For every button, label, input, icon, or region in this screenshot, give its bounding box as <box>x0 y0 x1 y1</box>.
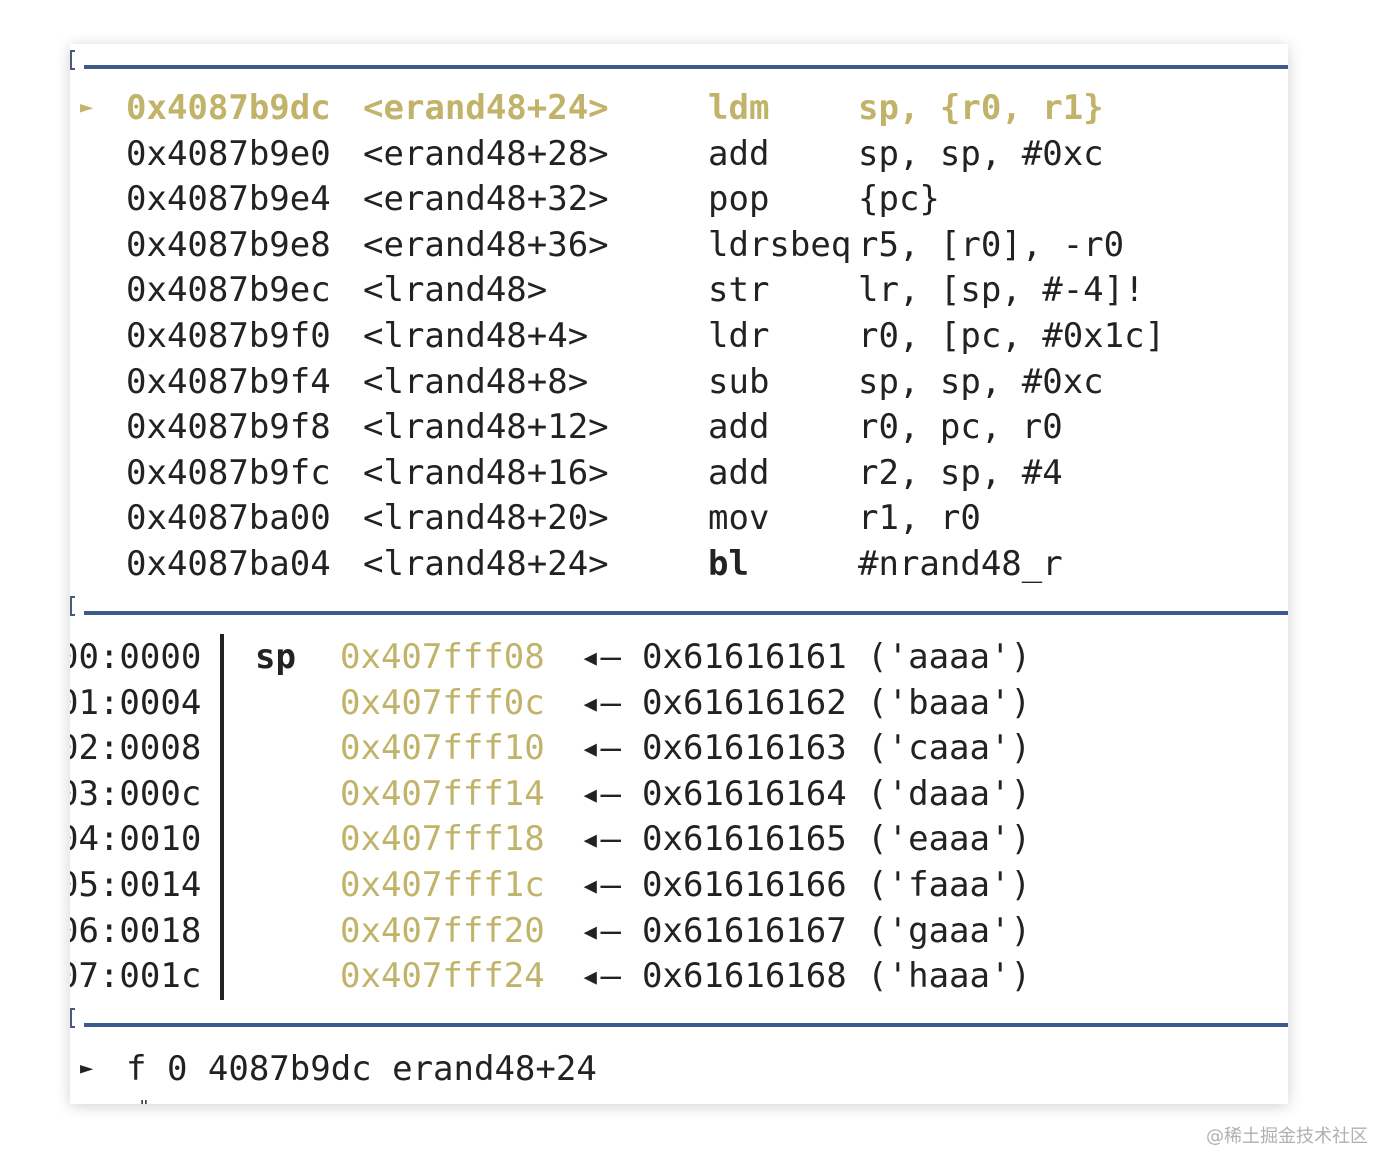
stack-offset: 02:0008 <box>70 728 202 769</box>
stack-value: 0x61616163 ('caaa') <box>642 728 1031 769</box>
instruction-mnemonic: mov <box>708 498 770 539</box>
pointer-arrow-icon: ◂— <box>580 637 621 677</box>
instruction-mnemonic: ldrsbeq <box>708 224 852 265</box>
stack-offset: 07:001c <box>70 956 202 997</box>
instruction-operands: r0, pc, r0 <box>858 407 1063 448</box>
stack-offset: 04:0010 <box>70 819 202 860</box>
instruction-symbol: <erand48+24> <box>363 88 609 128</box>
instruction-symbol: <erand48+32> <box>363 179 609 220</box>
footer-fragment: " <box>138 1096 150 1104</box>
instruction-symbol: <lrand48+20> <box>363 498 609 539</box>
pointer-arrow-icon: ◂— <box>580 910 621 951</box>
stack-address: 0x407fff0c <box>340 682 545 723</box>
stack-offset: 01:0004 <box>70 682 202 723</box>
instruction-symbol: <lrand48+24> <box>363 544 609 584</box>
stack-divider <box>220 634 224 1000</box>
section-separator <box>70 596 1288 618</box>
pointer-arrow-icon: ◂— <box>580 728 621 769</box>
stack-value: 0x61616161 ('aaaa') <box>642 637 1031 677</box>
backtrace-marker-icon: ► <box>80 1056 94 1081</box>
instruction-symbol: <erand48+28> <box>363 133 609 174</box>
stack-value: 0x61616162 ('baaa') <box>642 682 1031 723</box>
instruction-symbol: <lrand48+12> <box>363 407 609 448</box>
instruction-operands: r5, [r0], -r0 <box>858 224 1125 265</box>
instruction-operands: lr, [sp, #-4]! <box>858 270 1145 311</box>
instruction-operands: #nrand48_r <box>858 544 1063 584</box>
instruction-address: 0x4087b9e0 <box>126 133 331 174</box>
stack-offset: 06:0018 <box>70 910 202 951</box>
instruction-mnemonic: add <box>708 133 770 174</box>
instruction-symbol: <lrand48+16> <box>363 452 609 493</box>
stack-address: 0x407fff24 <box>340 956 545 997</box>
instruction-operands: {pc} <box>858 179 940 220</box>
watermark: @稀土掘金技术社区 <box>1206 1126 1368 1147</box>
stack-value: 0x61616165 ('eaaa') <box>642 819 1031 860</box>
instruction-address: 0x4087ba04 <box>126 544 331 584</box>
instruction-address: 0x4087b9f0 <box>126 316 331 356</box>
stack-value: 0x61616164 ('daaa') <box>642 773 1031 814</box>
instruction-symbol: <lrand48+8> <box>363 361 589 402</box>
pointer-arrow-icon: ◂— <box>580 819 621 860</box>
pointer-arrow-icon: ◂— <box>580 682 621 723</box>
stack-offset: 05:0014 <box>70 865 202 905</box>
stack-address: 0x407fff1c <box>340 865 545 905</box>
instruction-mnemonic: add <box>708 452 770 493</box>
instruction-address: 0x4087b9fc <box>126 452 331 493</box>
instruction-operands: sp, {r0, r1} <box>858 88 1104 128</box>
instruction-operands: sp, sp, #0xc <box>858 133 1104 174</box>
stack-address: 0x407fff10 <box>340 728 545 769</box>
pointer-arrow-icon: ◂— <box>580 956 621 997</box>
backtrace-row: ► f 0 4087b9dc erand48+24 <box>80 1047 597 1091</box>
backtrace-text: f 0 4087b9dc erand48+24 <box>126 1049 597 1089</box>
instruction-symbol: <lrand48+4> <box>363 316 589 356</box>
instruction-address: 0x4087b9e4 <box>126 179 331 220</box>
terminal-panel: ► 0x4087b9dc <erand48+24> ldm sp, {r0, r1} 0x… <box>70 44 1288 1104</box>
instruction-mnemonic: bl <box>708 544 749 584</box>
stack-address: 0x407fff20 <box>340 910 545 951</box>
stack-address: 0x407fff14 <box>340 773 545 814</box>
pointer-arrow-icon: ◂— <box>580 773 621 814</box>
stack-register: sp <box>255 637 296 677</box>
instruction-address: 0x4087b9e8 <box>126 224 331 265</box>
pointer-arrow-icon: ◂— <box>580 865 621 905</box>
instruction-mnemonic: pop <box>708 179 770 220</box>
instruction-mnemonic: sub <box>708 361 770 402</box>
instruction-mnemonic: ldr <box>708 316 770 356</box>
instruction-operands: sp, sp, #0xc <box>858 361 1104 402</box>
instruction-address: 0x4087ba00 <box>126 498 331 539</box>
instruction-mnemonic: str <box>708 270 770 311</box>
instruction-address: 0x4087b9dc <box>126 88 331 128</box>
instruction-symbol: <erand48+36> <box>363 224 609 265</box>
instruction-operands: r2, sp, #4 <box>858 452 1063 493</box>
instruction-address: 0x4087b9f8 <box>126 407 331 448</box>
stack-address: 0x407fff08 <box>340 637 545 677</box>
current-instruction-icon: ► <box>80 95 94 120</box>
stack-offset: 03:000c <box>70 773 202 814</box>
section-separator <box>70 1008 1288 1030</box>
instruction-operands: r0, [pc, #0x1c] <box>858 316 1166 356</box>
stack-offset: 00:0000 <box>70 637 202 677</box>
instruction-mnemonic: add <box>708 407 770 448</box>
instruction-operands: r1, r0 <box>858 498 981 539</box>
stack-address: 0x407fff18 <box>340 819 545 860</box>
instruction-mnemonic: ldm <box>708 88 770 128</box>
section-separator <box>70 50 1288 72</box>
instruction-symbol: <lrand48> <box>363 270 548 311</box>
instruction-address: 0x4087b9f4 <box>126 361 331 402</box>
stack-value: 0x61616168 ('haaa') <box>642 956 1031 997</box>
stack-value: 0x61616166 ('faaa') <box>642 865 1031 905</box>
stack-value: 0x61616167 ('gaaa') <box>642 910 1031 951</box>
instruction-address: 0x4087b9ec <box>126 270 331 311</box>
